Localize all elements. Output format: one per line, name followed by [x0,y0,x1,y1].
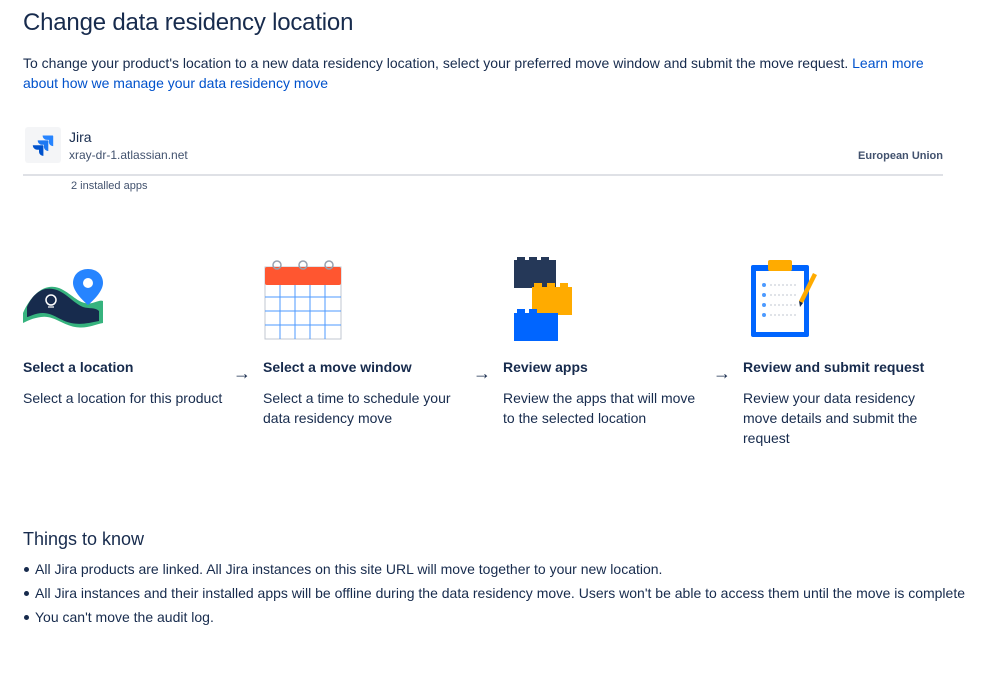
bullet-icon [24,591,29,596]
steps-row: Select a location Select a location for … [23,255,963,455]
clipboard-icon [743,255,843,345]
things-to-know-list: All Jira products are linked. All Jira i… [23,559,965,631]
page-title: Change data residency location [23,9,354,36]
list-item-text: All Jira instances and their installed a… [35,585,966,601]
list-item-text: You can't move the audit log. [35,609,214,625]
arrow-right-icon: → [473,363,491,383]
step-description: Select a time to schedule your data resi… [263,390,451,426]
step-description: Review the apps that will move to the se… [503,390,696,426]
list-item: You can't move the audit log. [24,607,965,627]
location-map-icon [23,255,123,345]
product-name: Jira [69,129,92,145]
arrow-right-icon: → [713,363,731,383]
product-url: xray-dr-1.atlassian.net [69,148,188,162]
step-description: Select a location for this product [23,390,223,406]
blocks-icon [503,255,603,345]
list-item: All Jira products are linked. All Jira i… [24,559,965,579]
step-title: Select a move window [263,359,412,375]
product-region: European Union [858,150,943,162]
installed-apps-count: 2 installed apps [71,180,148,192]
bullet-icon [24,567,29,572]
jira-logo-icon [25,127,61,163]
calendar-icon [263,255,363,345]
arrow-right-icon: → [233,363,251,383]
list-item-text: All Jira products are linked. All Jira i… [35,561,663,577]
things-to-know-title: Things to know [23,529,145,549]
bullet-icon [24,615,29,620]
step-title: Select a location [23,359,134,375]
list-item: All Jira instances and their installed a… [24,583,966,603]
step-title: Review apps [503,359,588,375]
product-row: Jira xray-dr-1.atlassian.net European Un… [23,124,943,176]
intro-text: To change your product's location to a n… [23,55,853,71]
step-description: Review your data residency move details … [743,390,918,446]
step-title: Review and submit request [743,359,925,375]
intro-paragraph: To change your product's location to a n… [23,53,943,93]
